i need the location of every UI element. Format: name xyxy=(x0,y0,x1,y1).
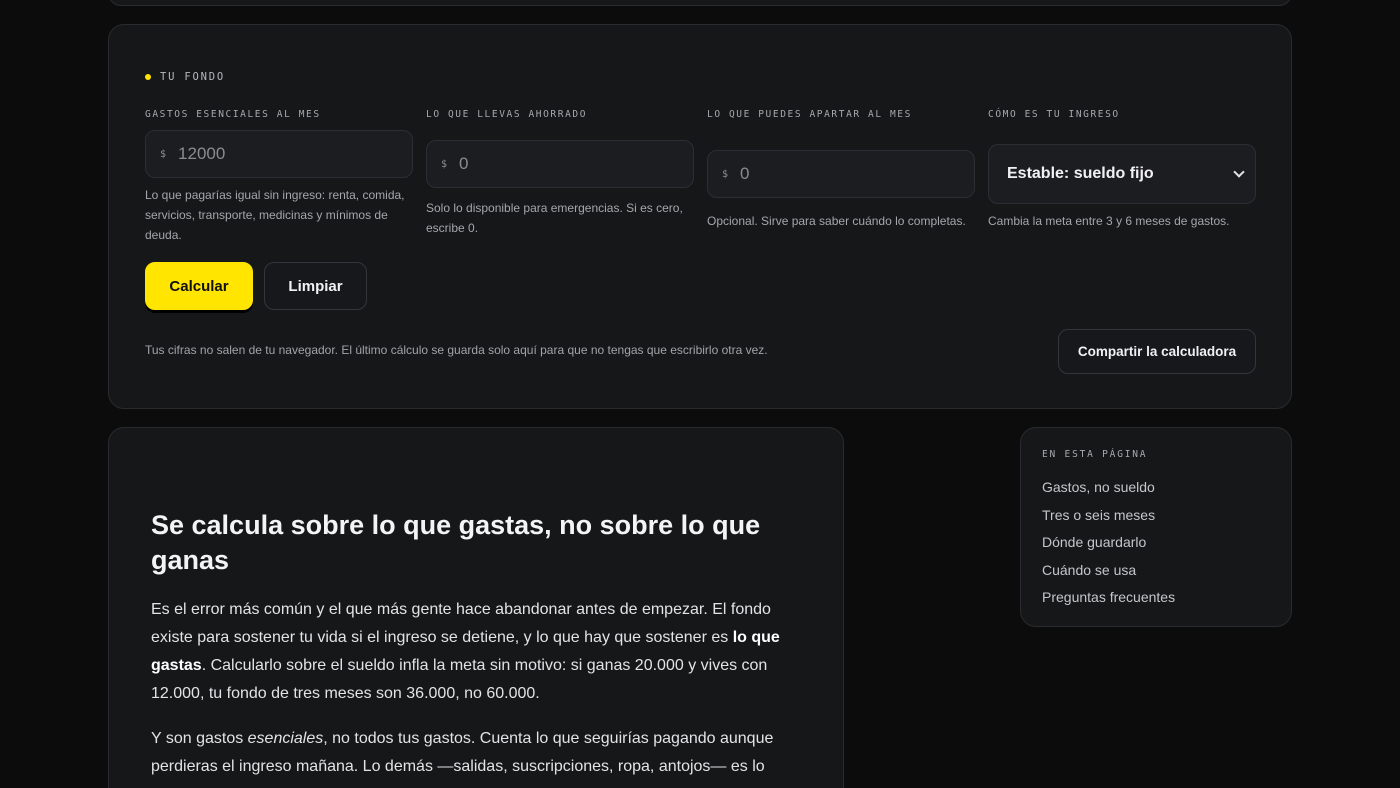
income-type-label: CÓMO ES TU INGRESO xyxy=(988,109,1120,120)
p2-emphasis: esenciales xyxy=(247,730,324,747)
monthly-saving-input-wrapper[interactable]: $ xyxy=(707,150,975,198)
toc-list: Gastos, no sueldo Tres o seis meses Dónd… xyxy=(1042,476,1175,614)
toc-link-usa[interactable]: Cuándo se usa xyxy=(1042,559,1175,587)
current-savings-label: LO QUE LLEVAS AHORRADO xyxy=(426,109,588,120)
previous-card-edge xyxy=(108,0,1292,6)
current-savings-input-wrapper[interactable]: $ xyxy=(426,140,694,188)
share-calculator-button[interactable]: Compartir la calculadora xyxy=(1058,329,1256,374)
article-card: Se calcula sobre lo que gastas, no sobre… xyxy=(108,427,844,788)
monthly-saving-help: Opcional. Sirve para saber cuándo lo com… xyxy=(707,214,966,228)
toc-link-faq[interactable]: Preguntas frecuentes xyxy=(1042,586,1175,614)
current-savings-input[interactable] xyxy=(459,154,660,174)
essential-expenses-field: GASTOS ESENCIALES AL MES $ Lo que pagarí… xyxy=(145,109,413,242)
clear-button[interactable]: Limpiar xyxy=(264,262,367,310)
monthly-saving-input[interactable] xyxy=(740,164,941,184)
income-type-field: CÓMO ES TU INGRESO Estable: sueldo fijo … xyxy=(988,109,1256,228)
toc-link-meses[interactable]: Tres o seis meses xyxy=(1042,504,1175,532)
calculate-button[interactable]: Calcular xyxy=(145,262,253,310)
income-type-help: Cambia la meta entre 3 y 6 meses de gast… xyxy=(988,214,1230,228)
p2-text-before: Y son gastos xyxy=(151,730,248,747)
currency-symbol: $ xyxy=(722,168,729,180)
toc-link-guardar[interactable]: Dónde guardarlo xyxy=(1042,531,1175,559)
monthly-saving-field: LO QUE PUEDES APARTAR AL MES $ Opcional.… xyxy=(707,109,975,228)
income-type-selected: Estable: sueldo fijo xyxy=(1007,165,1154,182)
panel-eyebrow: TU FONDO xyxy=(145,71,225,83)
currency-symbol: $ xyxy=(160,148,167,160)
toc-title: EN ESTA PÁGINA xyxy=(1042,449,1148,460)
article-paragraph-2: Y son gastos esenciales, no todos tus ga… xyxy=(151,725,811,781)
current-savings-field: LO QUE LLEVAS AHORRADO $ Solo lo disponi… xyxy=(426,109,694,235)
article-heading: Se calcula sobre lo que gastas, no sobre… xyxy=(151,510,761,575)
essential-expenses-input-wrapper[interactable]: $ xyxy=(145,130,413,178)
eyebrow-label: TU FONDO xyxy=(160,71,225,83)
privacy-note: Tus cifras no salen de tu navegador. El … xyxy=(145,343,768,357)
income-type-select[interactable]: Estable: sueldo fijo xyxy=(988,144,1256,204)
current-savings-help: Solo lo disponible para emergencias. Si … xyxy=(426,201,683,235)
yellow-dot-icon xyxy=(145,74,151,80)
chevron-down-icon xyxy=(1233,166,1245,178)
table-of-contents: EN ESTA PÁGINA Gastos, no sueldo Tres o … xyxy=(1020,427,1292,627)
monthly-saving-label: LO QUE PUEDES APARTAR AL MES xyxy=(707,109,912,120)
currency-symbol: $ xyxy=(441,158,448,170)
article-paragraph-1: Es el error más común y el que más gente… xyxy=(151,596,811,708)
essential-expenses-input[interactable] xyxy=(178,144,379,164)
essential-expenses-label: GASTOS ESENCIALES AL MES xyxy=(145,109,321,120)
toc-link-gastos[interactable]: Gastos, no sueldo xyxy=(1042,476,1175,504)
p1-text-before: Es el error más común y el que más gente… xyxy=(151,601,771,646)
calculator-panel: TU FONDO GASTOS ESENCIALES AL MES $ Lo q… xyxy=(108,24,1292,409)
p1-text-after: . Calcularlo sobre el sueldo infla la me… xyxy=(151,657,768,702)
essential-expenses-help: Lo que pagarías igual sin ingreso: renta… xyxy=(145,188,405,242)
